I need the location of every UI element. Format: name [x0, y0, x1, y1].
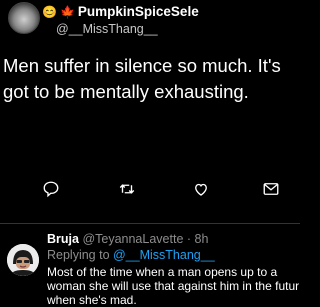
user-handle[interactable]: @__MissThang__: [56, 22, 158, 36]
name-row: 😊 🍁 PumpkinSpiceSele: [42, 4, 199, 19]
like-button[interactable]: [190, 178, 212, 200]
like-icon: [195, 183, 207, 196]
display-name[interactable]: PumpkinSpiceSele: [78, 4, 199, 19]
reply-text: Most of the time when a man opens up to …: [47, 265, 303, 307]
retweet-icon: [119, 184, 135, 194]
share-button[interactable]: [260, 178, 282, 200]
mail-icon: [263, 183, 279, 195]
replying-to: Replying to @__MissThang__: [47, 248, 215, 262]
retweet-button[interactable]: [116, 178, 138, 200]
tweet-text: Men suffer in silence so much. It's got …: [3, 55, 286, 102]
reply-display-name[interactable]: Bruja: [47, 232, 79, 246]
divider: [0, 223, 300, 224]
tweet-header: 😊 🍁 PumpkinSpiceSele @__MissThang__: [8, 2, 298, 40]
reply-button[interactable]: [40, 178, 62, 200]
smile-emoji: 😊: [42, 4, 57, 19]
replying-to-link[interactable]: @__MissThang__: [113, 248, 215, 262]
reply-avatar[interactable]: [7, 244, 39, 276]
reply-handle-time: @TeyannaLavette · 8h: [82, 232, 209, 246]
reply-meta: Bruja @TeyannaLavette · 8h: [47, 232, 208, 246]
reply-icon: [43, 181, 59, 198]
person-avatar-icon: [7, 244, 39, 276]
action-bar: [0, 178, 300, 202]
replying-to-prefix: Replying to: [47, 248, 114, 262]
avatar[interactable]: [8, 2, 40, 34]
leaf-emoji: 🍁: [59, 4, 75, 19]
reply-tweet[interactable]: Bruja @TeyannaLavette · 8h Replying to @…: [0, 232, 300, 307]
